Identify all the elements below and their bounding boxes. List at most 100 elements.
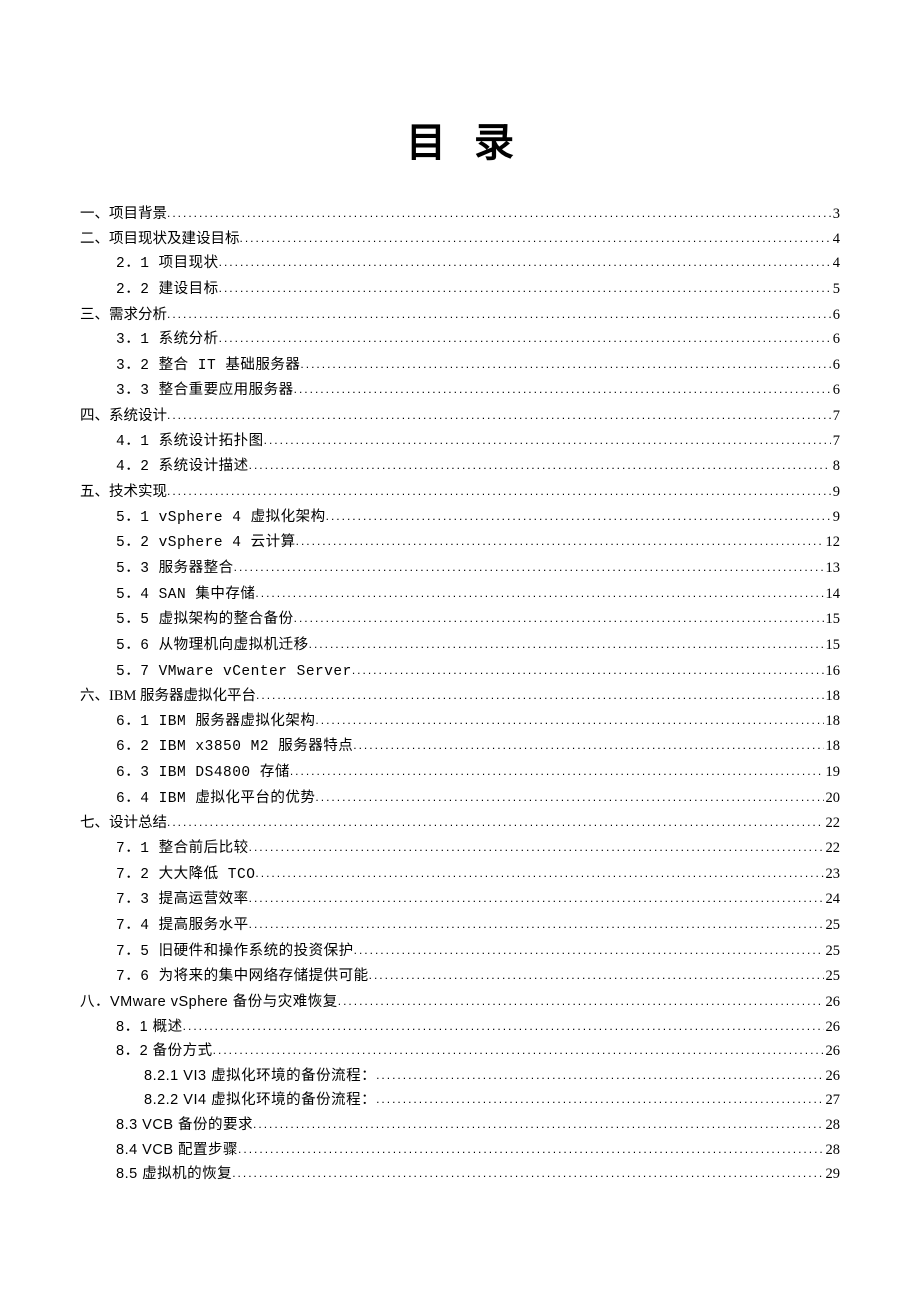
toc-entry[interactable]: 6．4 IBM 虚拟化平台的优势20 — [116, 786, 840, 812]
toc-entry-label: 6．2 IBM x3850 M2 服务器特点 — [116, 735, 353, 760]
toc-entry-label: 7．2 大大降低 TCO — [116, 863, 255, 888]
toc-leader-dots — [238, 1139, 823, 1159]
toc-entry-label: 8．1 概述 — [116, 1015, 183, 1040]
toc-entry-label: 2．2 建设目标 — [116, 278, 219, 303]
toc-entry-page: 28 — [824, 1138, 841, 1163]
toc-entry-label: 6．3 IBM DS4800 存储 — [116, 761, 290, 786]
toc-leader-dots — [234, 557, 824, 577]
toc-entry[interactable]: 6．2 IBM x3850 M2 服务器特点 18 — [116, 734, 840, 760]
toc-entry-label: 5．3 服务器整合 — [116, 557, 234, 582]
toc-entry-page: 4 — [831, 227, 840, 252]
toc-entry[interactable]: 四、系统设计7 — [80, 404, 840, 429]
toc-entry[interactable]: 5．2 vSphere 4 云计算12 — [116, 530, 840, 556]
toc-entry[interactable]: 6．3 IBM DS4800 存储19 — [116, 760, 840, 786]
toc-leader-dots — [338, 991, 824, 1011]
toc-entry-label: 二、项目现状及建设目标 — [80, 227, 240, 252]
toc-entry-page: 6 — [831, 378, 840, 403]
toc-entry[interactable]: 3．3 整合重要应用服务器6 — [116, 378, 840, 404]
toc-entry[interactable]: 8.4 VCB 配置步骤 28 — [116, 1138, 840, 1163]
toc-entry-page: 14 — [824, 582, 841, 607]
toc-entry[interactable]: 6．1 IBM 服务器虚拟化架构18 — [116, 709, 840, 735]
toc-entry-label: 三、需求分析 — [80, 303, 167, 328]
toc-entry-page: 27 — [824, 1088, 841, 1113]
toc-entry[interactable]: 5．6 从物理机向虚拟机迁移15 — [116, 633, 840, 659]
toc-leader-dots — [376, 1065, 823, 1085]
toc-entry-label: 8.2.1 VI3 虚拟化环境的备份流程： — [144, 1064, 376, 1089]
toc-leader-dots — [219, 278, 831, 298]
toc-entry-page: 15 — [824, 633, 841, 658]
toc-entry[interactable]: 8.3 VCB 备份的要求 28 — [116, 1113, 840, 1138]
toc-leader-dots — [315, 787, 823, 807]
toc-entry[interactable]: 5．1 vSphere 4 虚拟化架构9 — [116, 505, 840, 531]
toc-entry-page: 18 — [824, 734, 841, 759]
toc-entry-page: 6 — [831, 327, 840, 352]
toc-leader-dots — [167, 203, 831, 223]
toc-entry[interactable]: 8.5 虚拟机的恢复 29 — [116, 1162, 840, 1187]
toc-entry[interactable]: 7．5 旧硬件和操作系统的投资保护25 — [116, 939, 840, 965]
toc-entry[interactable]: 3．1 系统分析6 — [116, 327, 840, 353]
toc-leader-dots — [167, 812, 824, 832]
toc-entry[interactable]: 8.2.1 VI3 虚拟化环境的备份流程： 26 — [144, 1064, 840, 1089]
toc-entry[interactable]: 8．1 概述 26 — [116, 1015, 840, 1040]
toc-entry-page: 26 — [824, 1064, 841, 1089]
toc-leader-dots — [167, 481, 831, 501]
toc-entry[interactable]: 七、设计总结22 — [80, 811, 840, 836]
toc-leader-dots — [326, 506, 831, 526]
toc-entry-label: 7．1 整合前后比较 — [116, 837, 249, 862]
toc-entry[interactable]: 7．3 提高运营效率24 — [116, 887, 840, 913]
toc-entry-label: 8．2 备份方式 — [116, 1039, 213, 1064]
toc-entry-page: 22 — [824, 811, 841, 836]
toc-entry[interactable]: 六、IBM 服务器虚拟化平台18 — [80, 684, 840, 709]
toc-entry-label: 7．6 为将来的集中网络存储提供可能 — [116, 965, 369, 990]
toc-entry[interactable]: 5．7 VMware vCenter Server16 — [116, 659, 840, 685]
toc-entry[interactable]: 4．2 系统设计描述8 — [116, 454, 840, 480]
toc-entry[interactable]: 8.2.2 VI4 虚拟化环境的备份流程： 27 — [144, 1088, 840, 1113]
toc-entry-page: 9 — [831, 505, 840, 530]
toc-entry-label: 五、技术实现 — [80, 480, 167, 505]
toc-leader-dots — [315, 710, 823, 730]
toc-entry-page: 26 — [824, 990, 841, 1015]
toc-entry-page: 3 — [831, 202, 840, 227]
toc-entry-page: 16 — [824, 659, 841, 684]
toc-entry[interactable]: 一、项目背景3 — [80, 202, 840, 227]
toc-entry-label: 6．1 IBM 服务器虚拟化架构 — [116, 710, 315, 735]
toc-entry-label: 8.2.2 VI4 虚拟化环境的备份流程： — [144, 1088, 376, 1113]
toc-entry-page: 4 — [831, 251, 840, 276]
toc-leader-dots — [290, 761, 824, 781]
toc-entry[interactable]: 7．2 大大降低 TCO23 — [116, 862, 840, 888]
toc-entry[interactable]: 7．1 整合前后比较 22 — [116, 836, 840, 862]
toc-entry[interactable]: 4．1 系统设计拓扑图7 — [116, 429, 840, 455]
toc-entry[interactable]: 三、需求分析 6 — [80, 303, 840, 328]
toc-entry-page: 12 — [824, 530, 841, 555]
toc-entry-label: 5．5 虚拟架构的整合备份 — [116, 608, 294, 633]
toc-entry[interactable]: 八．VMware vSphere 备份与灾难恢复26 — [80, 990, 840, 1015]
toc-entry[interactable]: 5．5 虚拟架构的整合备份15 — [116, 607, 840, 633]
toc-entry[interactable]: 五、技术实现9 — [80, 480, 840, 505]
toc-entry[interactable]: 5．3 服务器整合 13 — [116, 556, 840, 582]
toc-entry-page: 6 — [831, 303, 840, 328]
toc-entry-label: 7．5 旧硬件和操作系统的投资保护 — [116, 940, 354, 965]
toc-leader-dots — [167, 304, 831, 324]
toc-entry[interactable]: 二、项目现状及建设目标 4 — [80, 227, 840, 252]
toc-entry-page: 22 — [824, 836, 841, 861]
toc-entry[interactable]: 8．2 备份方式 26 — [116, 1039, 840, 1064]
toc-leader-dots — [213, 1040, 824, 1060]
toc-entry[interactable]: 2．1 项目现状4 — [116, 251, 840, 277]
toc-entry[interactable]: 5．4 SAN 集中存储14 — [116, 582, 840, 608]
toc-entry-page: 7 — [831, 404, 840, 429]
toc-entry[interactable]: 3．2 整合 IT 基础服务器6 — [116, 353, 840, 379]
toc-entry-page: 24 — [824, 887, 841, 912]
toc-leader-dots — [253, 1114, 823, 1134]
toc-entry[interactable]: 2．2 建设目标 5 — [116, 277, 840, 303]
toc-entry-page: 5 — [831, 277, 840, 302]
toc-leader-dots — [183, 1016, 824, 1036]
toc-entry-label: 8.4 VCB 配置步骤 — [116, 1138, 238, 1163]
toc-entry-label: 4．1 系统设计拓扑图 — [116, 430, 264, 455]
toc-entry-page: 28 — [824, 1113, 841, 1138]
toc-leader-dots — [256, 685, 823, 705]
toc-entry-label: 4．2 系统设计描述 — [116, 455, 249, 480]
toc-entry[interactable]: 7．6 为将来的集中网络存储提供可能25 — [116, 964, 840, 990]
toc-entry-page: 26 — [824, 1039, 841, 1064]
toc-entry-page: 13 — [824, 556, 841, 581]
toc-entry[interactable]: 7．4 提高服务水平25 — [116, 913, 840, 939]
